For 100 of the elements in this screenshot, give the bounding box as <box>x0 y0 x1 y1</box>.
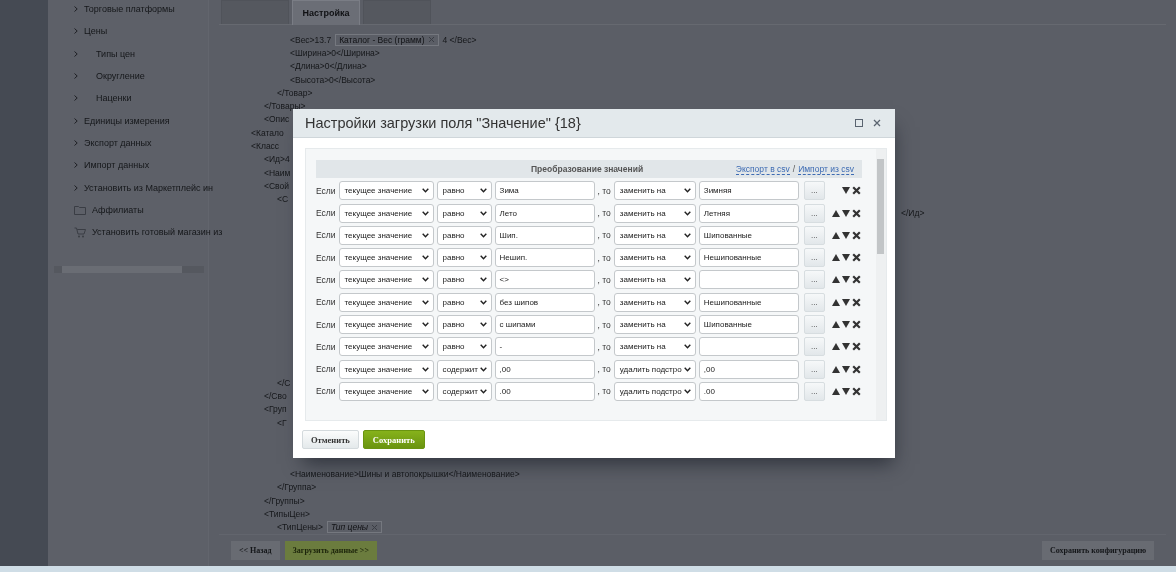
subject-select[interactable]: текущее значение <box>338 203 434 223</box>
condition-select[interactable]: содержит <box>436 359 492 379</box>
condition-select[interactable]: содержит <box>436 381 492 401</box>
condition-select[interactable]: равно <box>436 337 492 357</box>
delete-icon[interactable] <box>851 186 861 196</box>
move-up-icon[interactable] <box>831 343 840 351</box>
action-select[interactable]: заменить на <box>613 315 696 335</box>
action-select[interactable]: удалить подстро <box>613 381 696 401</box>
cancel-button[interactable]: Отменить <box>302 430 359 449</box>
more-button[interactable]: ... <box>803 181 825 201</box>
delete-icon[interactable] <box>851 364 861 374</box>
move-down-icon[interactable] <box>841 187 850 195</box>
move-down-icon[interactable] <box>841 298 850 306</box>
value-field[interactable]: Зима <box>494 181 595 201</box>
value-field[interactable]: Нешип. <box>494 248 595 268</box>
action-select[interactable]: заменить на <box>613 181 696 201</box>
move-down-icon[interactable] <box>841 321 850 329</box>
replacement-field[interactable]: Летняя <box>698 203 799 223</box>
replacement-field[interactable]: ,00 <box>698 359 799 379</box>
action-select[interactable]: заменить на <box>613 270 696 290</box>
action-select[interactable]: заменить на <box>613 203 696 223</box>
value-field[interactable]: <> <box>494 270 595 290</box>
subject-select[interactable]: текущее значение <box>338 292 434 312</box>
more-button[interactable]: ... <box>803 248 825 268</box>
condition-select[interactable]: равно <box>436 225 492 245</box>
chevron-icon <box>479 255 487 261</box>
delete-icon[interactable] <box>851 386 861 396</box>
subject-select[interactable]: текущее значение <box>338 381 434 401</box>
subject-select[interactable]: текущее значение <box>338 359 434 379</box>
move-down-icon[interactable] <box>841 276 850 284</box>
subject-select[interactable]: текущее значение <box>338 225 434 245</box>
condition-select[interactable]: равно <box>436 248 492 268</box>
value-field[interactable]: Шип. <box>494 225 595 245</box>
delete-icon[interactable] <box>851 253 861 263</box>
move-up-icon[interactable] <box>831 276 840 284</box>
value-field[interactable]: ,00 <box>494 359 595 379</box>
more-button[interactable]: ... <box>803 337 825 357</box>
subject-select[interactable]: текущее значение <box>338 181 434 201</box>
action-select[interactable]: заменить на <box>613 292 696 312</box>
move-down-icon[interactable] <box>841 254 850 262</box>
more-button[interactable]: ... <box>803 203 825 223</box>
more-button[interactable]: ... <box>803 292 825 312</box>
delete-icon[interactable] <box>851 342 861 352</box>
condition-select[interactable]: равно <box>436 292 492 312</box>
move-down-icon[interactable] <box>841 231 850 239</box>
more-button[interactable]: ... <box>803 381 825 401</box>
value-field[interactable]: с шипами <box>494 315 595 335</box>
replacement-field[interactable] <box>698 270 799 290</box>
maximize-icon[interactable] <box>855 119 863 127</box>
replacement-field[interactable]: Зимняя <box>698 181 799 201</box>
scrollbar[interactable] <box>876 149 886 420</box>
action-select[interactable]: удалить подстро <box>613 359 696 379</box>
subject-select[interactable]: текущее значение <box>338 315 434 335</box>
value-field[interactable]: - <box>494 337 595 357</box>
replacement-field[interactable]: Шипованные <box>698 225 799 245</box>
load-data-button[interactable]: Загрузить данные >> <box>284 540 377 560</box>
move-up-icon[interactable] <box>831 209 840 217</box>
move-up-icon[interactable] <box>831 365 840 373</box>
move-up-icon[interactable] <box>831 254 840 262</box>
subject-select[interactable]: текущее значение <box>338 248 434 268</box>
delete-icon[interactable] <box>851 208 861 218</box>
condition-select[interactable]: равно <box>436 315 492 335</box>
import-link[interactable]: Импорт из csv <box>798 163 854 175</box>
move-down-icon[interactable] <box>841 343 850 351</box>
move-down-icon[interactable] <box>841 387 850 395</box>
value-field[interactable]: .00 <box>494 381 595 401</box>
action-select[interactable]: заменить на <box>613 337 696 357</box>
value-field[interactable]: без шипов <box>494 292 595 312</box>
action-select[interactable]: заменить на <box>613 248 696 268</box>
move-up-icon[interactable] <box>831 387 840 395</box>
tab[interactable]: Настройка <box>292 0 360 25</box>
condition-select[interactable]: равно <box>436 270 492 290</box>
replacement-field[interactable]: Нешипованные <box>698 292 799 312</box>
replacement-field[interactable] <box>698 337 799 357</box>
replacement-field[interactable]: Нешипованные <box>698 248 799 268</box>
subject-select[interactable]: текущее значение <box>338 270 434 290</box>
chevron-icon <box>683 299 691 305</box>
condition-select[interactable]: равно <box>436 181 492 201</box>
condition-select[interactable]: равно <box>436 203 492 223</box>
delete-icon[interactable] <box>851 320 861 330</box>
more-button[interactable]: ... <box>803 270 825 290</box>
more-button[interactable]: ... <box>803 315 825 335</box>
export-link[interactable]: Экспорт в csv <box>735 163 790 175</box>
more-button[interactable]: ... <box>803 359 825 379</box>
value-field[interactable]: Лето <box>494 203 595 223</box>
move-down-icon[interactable] <box>841 209 850 217</box>
move-down-icon[interactable] <box>841 365 850 373</box>
replacement-field[interactable]: Шипованные <box>698 315 799 335</box>
chevron-icon <box>421 388 429 394</box>
action-select[interactable]: заменить на <box>613 225 696 245</box>
move-up-icon[interactable] <box>831 321 840 329</box>
replacement-field[interactable]: .00 <box>698 381 799 401</box>
move-up-icon[interactable] <box>831 231 840 239</box>
delete-icon[interactable] <box>851 230 861 240</box>
close-icon[interactable] <box>873 119 881 127</box>
move-up-icon[interactable] <box>831 298 840 306</box>
more-button[interactable]: ... <box>803 225 825 245</box>
delete-icon[interactable] <box>851 275 861 285</box>
delete-icon[interactable] <box>851 297 861 307</box>
subject-select[interactable]: текущее значение <box>338 337 434 357</box>
